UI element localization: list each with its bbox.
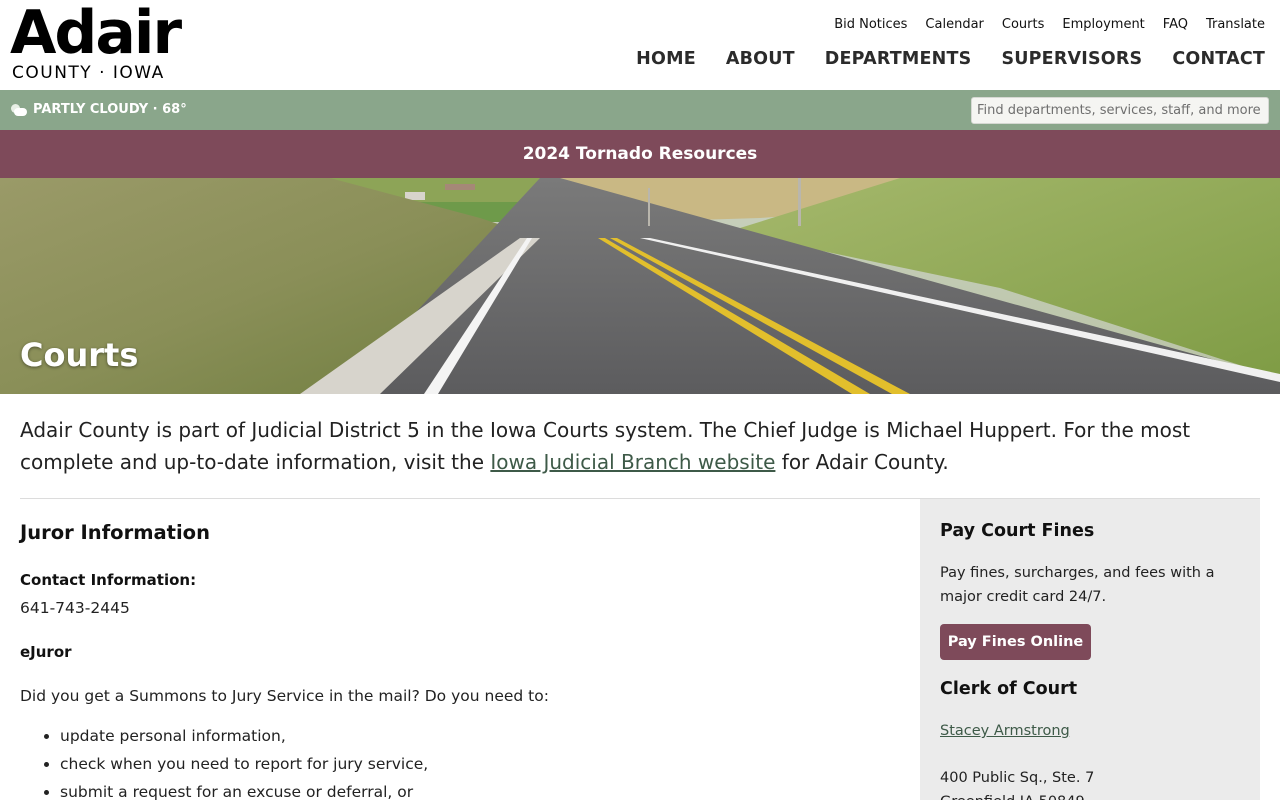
main-nav-contact[interactable]: CONTACT bbox=[1172, 48, 1265, 70]
ejuror-label: eJuror bbox=[20, 643, 72, 661]
tornado-resources-link[interactable]: 2024 Tornado Resources bbox=[523, 143, 758, 165]
util-nav-employment[interactable]: Employment bbox=[1062, 17, 1144, 33]
county-logo[interactable]: Adair COUNTY · IOWA bbox=[10, 0, 210, 86]
clerk-name-link[interactable]: Stacey Armstrong bbox=[940, 719, 1070, 743]
list-item: update personal information, bbox=[60, 722, 900, 750]
main-nav-about[interactable]: ABOUT bbox=[726, 48, 795, 70]
iowa-judicial-branch-link[interactable]: Iowa Judicial Branch website bbox=[490, 450, 775, 474]
site-search-input[interactable] bbox=[971, 97, 1269, 124]
pay-fines-online-button[interactable]: Pay Fines Online bbox=[940, 624, 1091, 660]
pay-fines-heading: Pay Court Fines bbox=[940, 521, 1095, 541]
hero-image bbox=[0, 178, 1280, 394]
juror-heading: Juror Information bbox=[20, 521, 210, 544]
list-item: check when you need to report for jury s… bbox=[60, 750, 900, 778]
juror-phone: 641-743-2445 bbox=[20, 599, 130, 617]
logo-tagline: COUNTY · IOWA bbox=[12, 63, 165, 83]
pay-fines-description: Pay fines, surcharges, and fees with a m… bbox=[940, 565, 1215, 605]
summons-question: Did you get a Summons to Jury Service in… bbox=[20, 687, 549, 705]
site-header: Adair COUNTY · IOWA Bid Notices Calendar… bbox=[0, 0, 1280, 90]
intro-text-end: for Adair County. bbox=[775, 450, 949, 474]
partly-cloudy-icon bbox=[10, 103, 28, 117]
util-nav-translate[interactable]: Translate bbox=[1206, 17, 1265, 33]
main-nav-supervisors[interactable]: SUPERVISORS bbox=[1001, 48, 1142, 70]
alert-banner: 2024 Tornado Resources bbox=[0, 130, 1280, 178]
util-nav-calendar[interactable]: Calendar bbox=[925, 17, 983, 33]
page-title: Courts bbox=[20, 336, 139, 374]
utility-nav: Bid Notices Calendar Courts Employment F… bbox=[834, 17, 1265, 33]
contact-info-label: Contact Information: bbox=[20, 571, 197, 589]
list-item: submit a request for an excuse or deferr… bbox=[60, 778, 900, 800]
intro-paragraph: Adair County is part of Judicial Distric… bbox=[20, 414, 1260, 478]
weather-text: PARTLY CLOUDY · 68° bbox=[33, 102, 187, 117]
clerk-address-line1: 400 Public Sq., Ste. 7 bbox=[940, 770, 1095, 786]
clerk-heading: Clerk of Court bbox=[940, 679, 1078, 699]
util-nav-courts[interactable]: Courts bbox=[1002, 17, 1045, 33]
logo-wordmark: Adair bbox=[10, 0, 182, 68]
main-nav-home[interactable]: HOME bbox=[636, 48, 696, 70]
juror-action-list: update personal information, check when … bbox=[60, 722, 900, 800]
main-nav-departments[interactable]: DEPARTMENTS bbox=[825, 48, 972, 70]
clerk-address-line2: Greenfield IA 50849 bbox=[940, 790, 1230, 800]
weather-widget: PARTLY CLOUDY · 68° bbox=[10, 101, 187, 119]
util-nav-bid-notices[interactable]: Bid Notices bbox=[834, 17, 907, 33]
main-nav: HOME ABOUT DEPARTMENTS SUPERVISORS CONTA… bbox=[636, 48, 1265, 70]
util-nav-faq[interactable]: FAQ bbox=[1163, 17, 1188, 33]
court-sidebar: Pay Court Fines Pay fines, surcharges, a… bbox=[920, 499, 1260, 800]
juror-section: Juror Information Contact Information: 6… bbox=[20, 516, 900, 800]
